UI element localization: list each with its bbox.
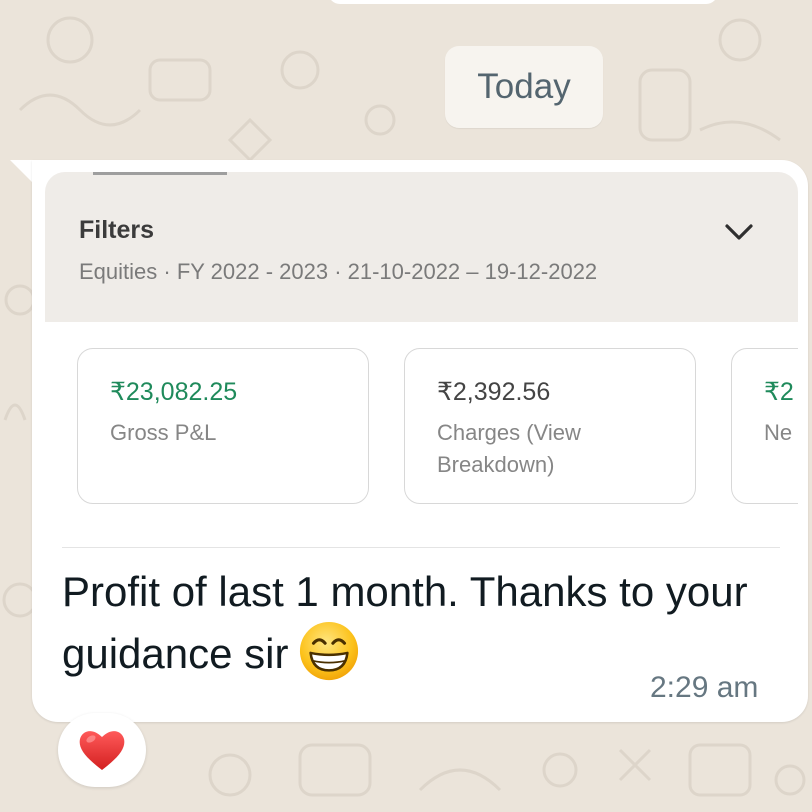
- message-divider: [62, 547, 780, 548]
- gross-pnl-card: ₹23,082.25 Gross P&L: [77, 348, 369, 504]
- gross-pnl-label: Gross P&L: [110, 420, 217, 445]
- previous-message-edge: [328, 0, 718, 4]
- net-pnl-value: ₹2: [764, 378, 794, 406]
- filters-title: Filters: [79, 216, 155, 244]
- message-reaction[interactable]: [58, 713, 146, 787]
- grinning-face-with-smiling-eyes-icon: [300, 621, 359, 681]
- message-text: Profit of last 1 month. Thanks to your g…: [62, 564, 782, 682]
- filters-summary: Equities · FY 2022 - 2023 · 21-10-2022 –…: [79, 259, 598, 284]
- date-separator-label: Today: [477, 67, 571, 106]
- message-timestamp: 2:29 am: [650, 671, 759, 704]
- charges-label: Charges (View Breakdown): [437, 420, 581, 477]
- shared-screenshot-image[interactable]: Filters Equities · FY 2022 - 2023 · 21-1…: [45, 172, 798, 548]
- drag-handle-bar: [93, 172, 227, 175]
- gross-pnl-value: ₹23,082.25: [110, 378, 238, 406]
- charges-card: ₹2,392.56 Charges (View Breakdown): [404, 348, 696, 504]
- red-heart-icon: [79, 731, 125, 770]
- net-pnl-label: Ne: [764, 420, 793, 445]
- filters-panel: Filters Equities · FY 2022 - 2023 · 21-1…: [45, 172, 798, 322]
- date-separator-chip: Today: [445, 46, 603, 128]
- charges-value: ₹2,392.56: [437, 378, 551, 406]
- net-pnl-card: ₹2 Ne: [731, 348, 798, 504]
- chevron-down-icon: [725, 224, 753, 240]
- message-body: Profit of last 1 month. Thanks to your g…: [62, 568, 748, 677]
